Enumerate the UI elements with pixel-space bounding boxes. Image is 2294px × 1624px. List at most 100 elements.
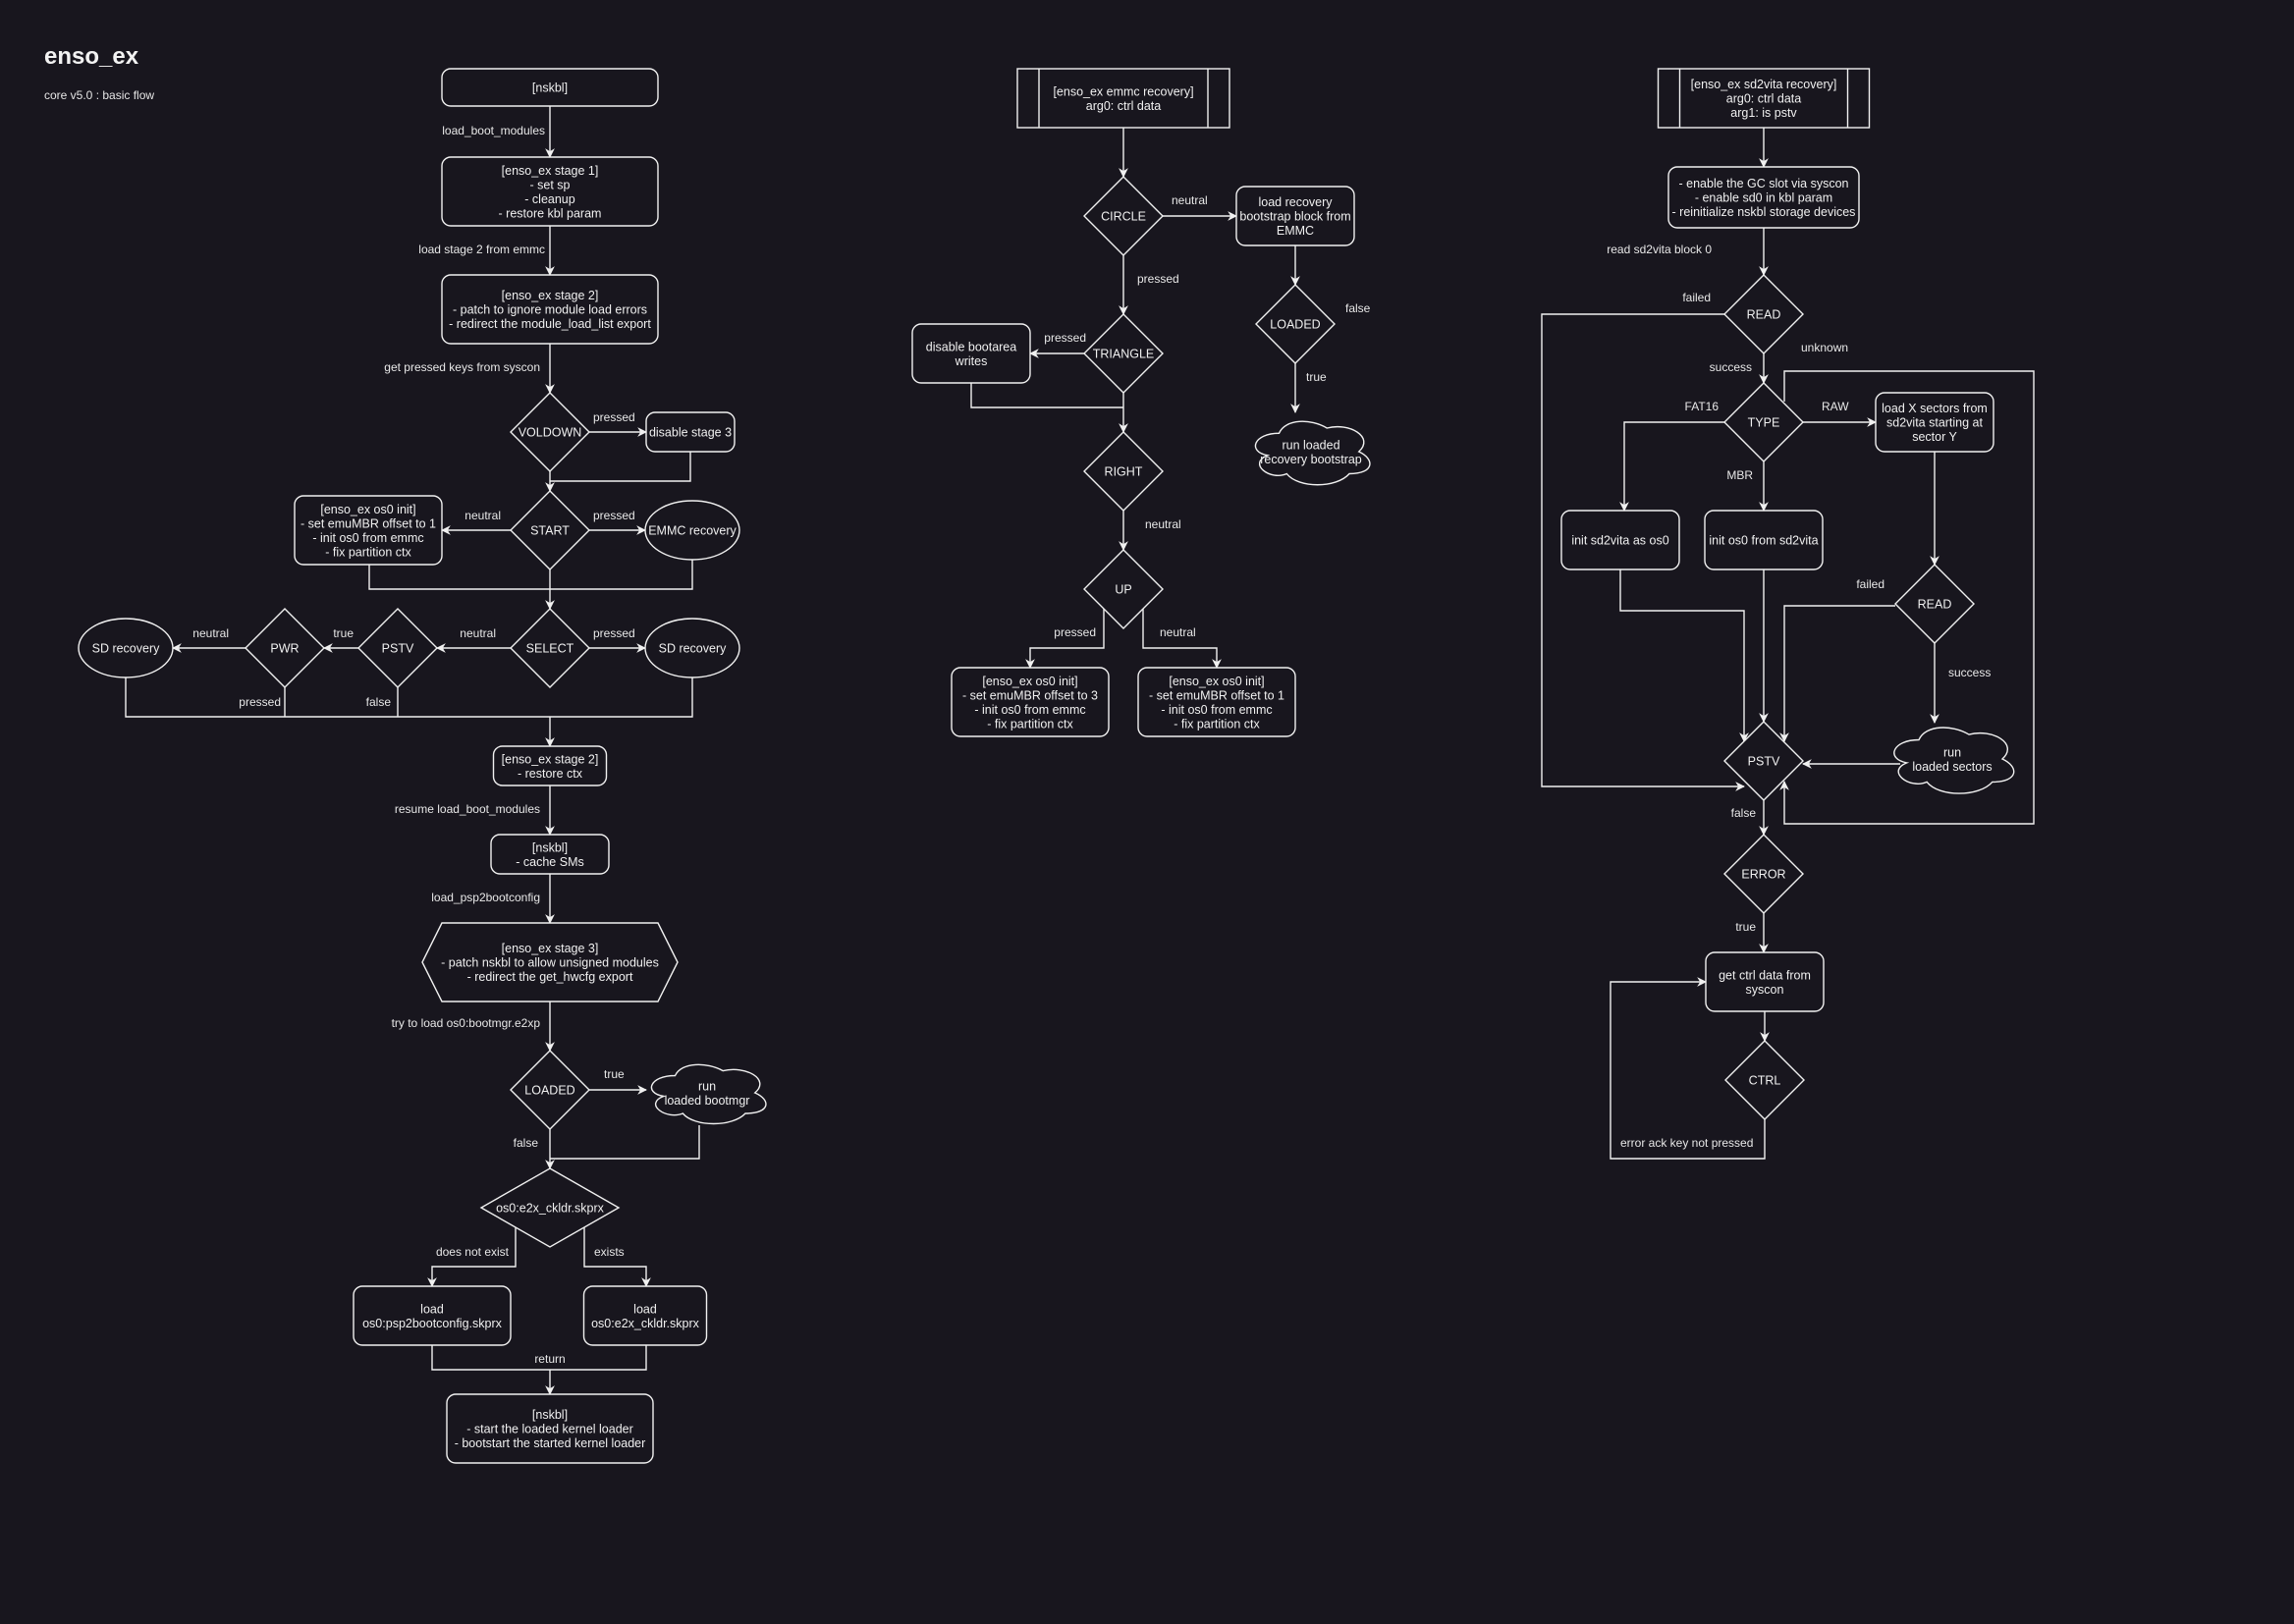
node-label-line: LOADED [1270, 318, 1320, 332]
node-label-line: [enso_ex emmc recovery] [1053, 84, 1193, 98]
edge-label-loaded-false: false [514, 1136, 539, 1150]
node-os0-init-main: [enso_ex os0 init] - set emuMBR offset to… [294, 495, 443, 566]
node-right: RIGHT [1083, 431, 1164, 512]
node-label-line: bootstrap block from [1239, 210, 1350, 224]
node-label-line: EMMC [1277, 224, 1314, 238]
node-os0-init-3: [enso_ex os0 init] - set emuMBR offset to… [951, 667, 1110, 737]
node-loaded-emmc: LOADED [1255, 284, 1336, 364]
node-nskbl-start: [nskbl] [441, 68, 659, 107]
node-label-line: - restore ctx [518, 767, 583, 781]
edge-label-pwr-pressed: pressed [239, 695, 281, 709]
node-label-line: load [420, 1302, 444, 1316]
node-stage3: [enso_ex stage 3] - patch nskbl to allow … [421, 922, 679, 1002]
node-label: READ [1918, 598, 1952, 612]
node-run-sectors: run loaded sectors [1893, 727, 2015, 794]
node-label-line: READ [1747, 308, 1781, 322]
edge-label-loaded-false: false [1345, 301, 1371, 315]
node-label-line: READ [1918, 598, 1952, 612]
node-label-line: disable bootarea [926, 340, 1016, 353]
edge-label-type-unknown: unknown [1801, 341, 1848, 354]
node-label-line: [nskbl] [532, 81, 568, 95]
edge-init1-pstv [1619, 569, 1749, 742]
node-label-line: load recovery [1258, 195, 1333, 209]
node-label-line: load [633, 1302, 657, 1316]
node-label: TRIANGLE [1093, 348, 1155, 361]
node-label: SD recovery [659, 642, 728, 656]
node-label-line: - init os0 from emmc [974, 703, 1085, 717]
node-label: UP [1115, 583, 1131, 597]
node-label-line: [enso_ex os0 init] [320, 503, 415, 516]
node-label-line: - set emuMBR offset to 1 [300, 516, 436, 530]
node-label-line: - patch nskbl to allow unsigned modules [441, 956, 659, 970]
edge-label-load-psp2bootconfig: load_psp2bootconfig [431, 891, 540, 904]
node-label-line: EMMC recovery [648, 524, 737, 538]
edge-label-try-load: try to load os0:bootmgr.e2xp [392, 1016, 541, 1030]
node-disable-bootarea: disable bootarea writes [911, 323, 1031, 384]
node-label-line: - set sp [530, 178, 571, 191]
node-up: UP [1083, 549, 1164, 629]
edge-label-pstv-true: true [333, 626, 354, 640]
node-label-line: [enso_ex os0 init] [982, 675, 1077, 688]
node-label-line: init sd2vita as os0 [1571, 534, 1668, 548]
edge-label-up-neutral: neutral [1160, 625, 1196, 639]
node-ctrl: CTRL [1724, 1040, 1805, 1120]
node-init-os0-sd2vita: init os0 from sd2vita [1704, 510, 1824, 570]
node-sd-recovery-left: SD recovery [78, 618, 174, 678]
node-label: disable stage 3 [649, 426, 732, 440]
node-label-line: RIGHT [1105, 465, 1143, 479]
node-pwr: PWR [245, 608, 325, 688]
node-init-sd2vita-os0: init sd2vita as os0 [1560, 510, 1680, 570]
node-label-line: - reinitialize nskbl storage devices [1672, 205, 1856, 219]
edge-label-not-exist: does not exist [436, 1245, 510, 1259]
node-emmc-header: [enso_ex emmc recovery] arg0: ctrl data [1016, 68, 1230, 129]
node-sd-recovery-right: SD recovery [644, 618, 740, 678]
node-label-line: arg0: ctrl data [1726, 92, 1801, 106]
node-label-line: syscon [1746, 983, 1784, 997]
node-label-line: writes [955, 354, 988, 368]
node-sd2vita-header: [enso_ex sd2vita recovery] arg0: ctrl dat… [1657, 68, 1871, 129]
node-label: PSTV [382, 642, 414, 656]
node-select: SELECT [510, 608, 590, 688]
node-label-line: - redirect the get_hwcfg export [467, 970, 633, 984]
edge-label-resume: resume load_boot_modules [395, 802, 540, 816]
node-run-recovery: run loaded recovery bootstrap [1254, 420, 1371, 486]
node-error: ERROR [1723, 834, 1804, 914]
node-label-line: - enable the GC slot via syscon [1679, 177, 1849, 190]
node-nskbl-final: [nskbl] - start the loaded kernel loader -… [446, 1393, 654, 1464]
edge-read2-failed [1779, 605, 1895, 742]
edge-label-voldown-pressed: pressed [593, 410, 635, 424]
edge-label-triangle-pressed: pressed [1044, 331, 1086, 345]
node-label-line: PSTV [382, 642, 414, 656]
node-start: START [510, 490, 590, 570]
node-label-line: UP [1115, 583, 1131, 597]
node-label-line: loaded sectors [1912, 760, 1992, 774]
edge-type-fat16 [1619, 421, 1724, 512]
node-label: READ [1747, 308, 1781, 322]
node-label-line: get ctrl data from [1719, 968, 1811, 982]
edge-label-circle-pressed: pressed [1137, 272, 1179, 286]
node-label: EMMC recovery [648, 524, 737, 538]
node-label-line: [enso_ex stage 2] [502, 752, 599, 766]
node-label-line: - init os0 from emmc [312, 531, 423, 545]
edge-label-read2-failed: failed [1856, 577, 1884, 591]
edge-label-ctrl-loop: error ack key not pressed [1620, 1136, 1753, 1150]
edge-label-read1-failed: failed [1682, 291, 1711, 304]
edge-label-pwr-neutral: neutral [192, 626, 229, 640]
edge-label-read2-success: success [1948, 666, 1991, 679]
edge-label-loaded-true: true [1306, 370, 1327, 384]
node-label-line: [enso_ex stage 3] [502, 942, 599, 955]
node-label-line: - restore kbl param [499, 206, 602, 220]
node-label-line: ERROR [1741, 868, 1785, 882]
node-label: LOADED [524, 1084, 574, 1098]
edge-label-right-neutral: neutral [1145, 517, 1181, 531]
edge-label-circle-neutral: neutral [1172, 193, 1208, 207]
edge-label-pstv-false: false [366, 695, 392, 709]
node-label-line: os0:e2x_ckldr.skprx [591, 1317, 700, 1330]
node-label-line: LOADED [524, 1084, 574, 1098]
node-load-psp2: load os0:psp2bootconfig.skprx [353, 1285, 512, 1346]
node-label-line: load X sectors from [1882, 402, 1988, 415]
node-label-line: VOLDOWN [519, 426, 582, 440]
node-stage2-restore: [enso_ex stage 2] - restore ctx [492, 745, 608, 786]
node-label-line: [nskbl] [532, 1408, 568, 1422]
node-label-line: loaded bootmgr [665, 1094, 750, 1108]
